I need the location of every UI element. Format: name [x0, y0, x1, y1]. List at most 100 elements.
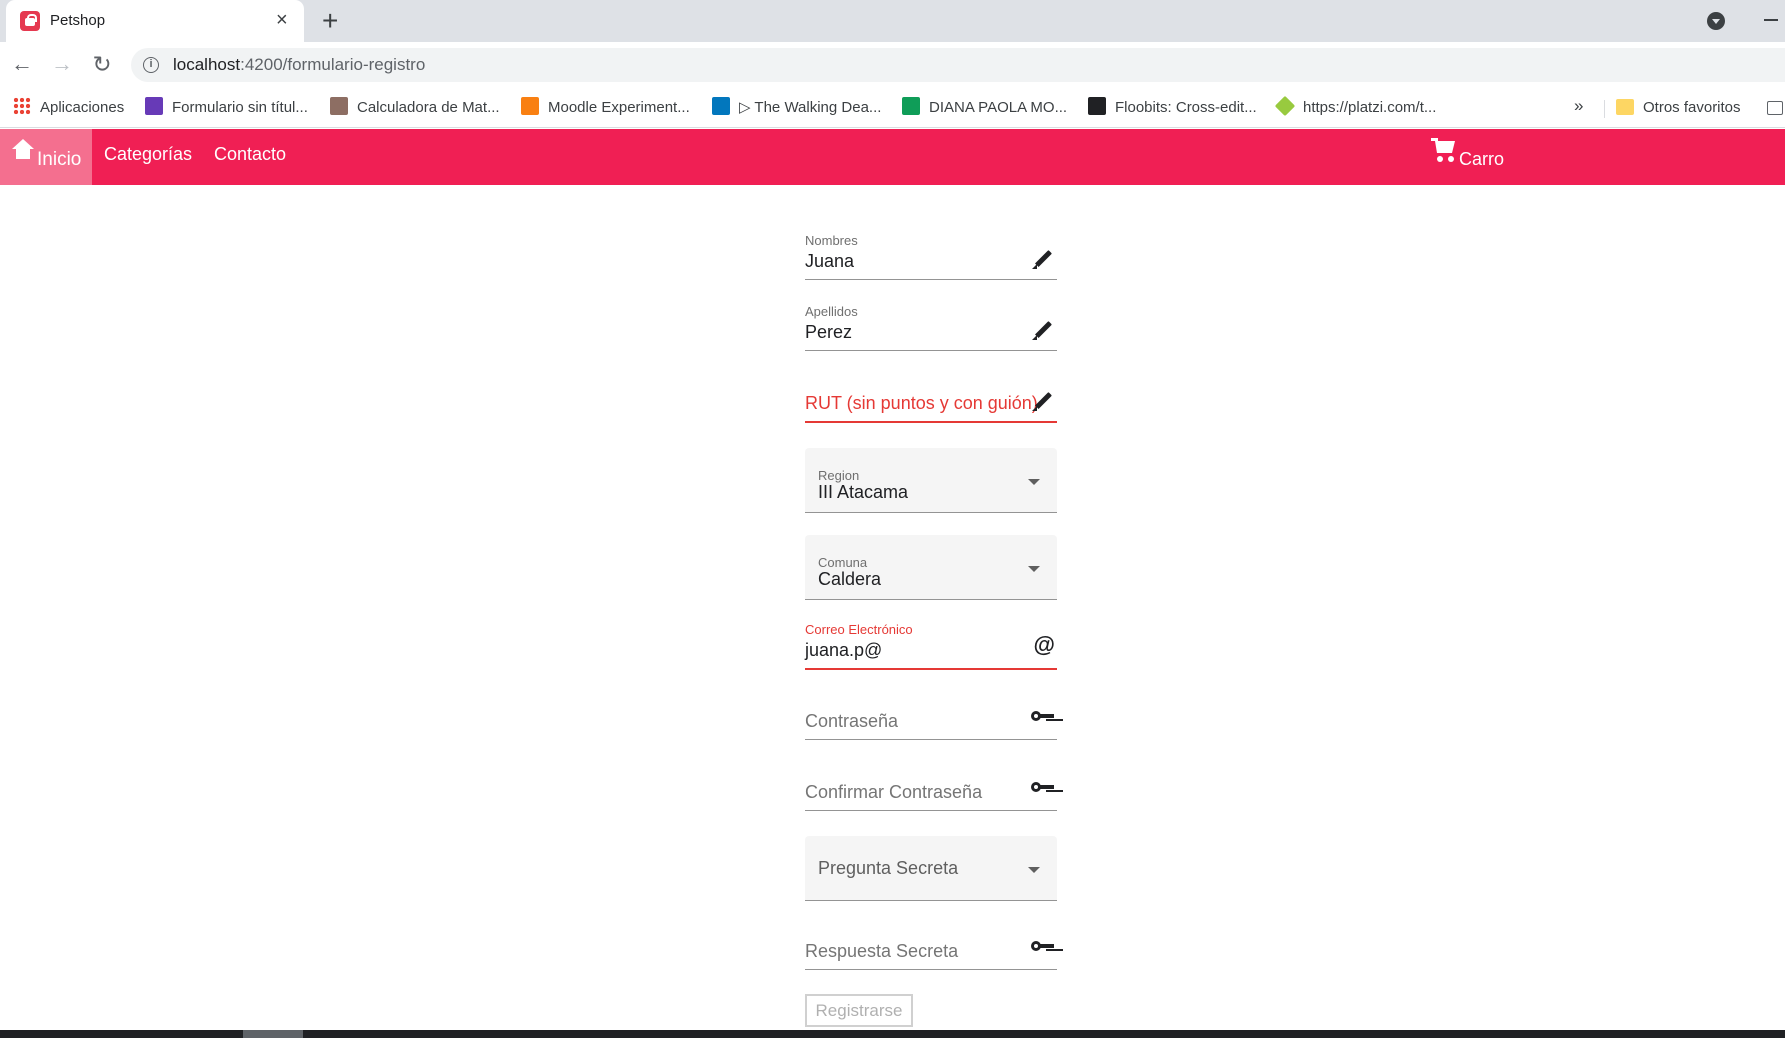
more-bookmarks-chevron-icon[interactable]: » — [1574, 96, 1583, 116]
forms-icon — [145, 97, 163, 115]
region-value: III Atacama — [818, 482, 909, 502]
cart-wheel — [1448, 156, 1454, 162]
site-info-icon[interactable]: i — [143, 57, 159, 73]
bookmark-walking-dead[interactable]: ▷ The Walking Dea... — [712, 96, 881, 120]
key-icon — [1031, 706, 1055, 730]
cart-wheel — [1437, 156, 1443, 162]
bookmark-otros-favoritos[interactable]: Otros favoritos — [1616, 96, 1741, 120]
nav-categories-link[interactable]: Categorías — [104, 144, 192, 165]
region-select[interactable]: Region III Atacama — [805, 448, 1057, 513]
url-path: :4200/formulario-registro — [240, 55, 426, 74]
bookmark-label: ▷ The Walking Dea... — [739, 99, 882, 116]
bookmarks-divider — [1604, 100, 1605, 118]
comuna-label: Comuna — [818, 555, 868, 570]
bookmark-formulario[interactable]: Formulario sin títul... — [145, 96, 308, 120]
confirmar-contrasena-field[interactable]: Confirmar Contraseña — [805, 764, 1057, 814]
platzi-icon — [1274, 95, 1296, 117]
chevron-down-icon — [1028, 566, 1040, 572]
apps-grid-icon — [13, 97, 31, 115]
nombres-underline — [805, 279, 1057, 280]
browser-tab[interactable]: Petshop × — [6, 0, 304, 42]
rut-underline — [805, 421, 1057, 423]
bookmark-label: Floobits: Cross-edit... — [1115, 99, 1257, 116]
apellidos-label: Apellidos — [805, 304, 858, 319]
apellidos-input[interactable]: Perez — [805, 322, 852, 343]
nombres-input[interactable]: Juana — [805, 251, 854, 272]
rut-field[interactable]: RUT (sin puntos y con guión) — [805, 375, 1057, 425]
respuesta-underline — [805, 969, 1057, 970]
cart-basket — [1435, 141, 1455, 153]
correo-underline — [805, 668, 1057, 670]
confirmar-underline — [805, 810, 1057, 811]
folder-icon — [1616, 99, 1634, 115]
url-host: localhost — [173, 55, 241, 74]
nav-cart-link[interactable]: Carro — [1459, 149, 1504, 170]
nav-home-label: Inicio — [37, 149, 82, 170]
bookmark-calculadora[interactable]: Calculadora de Mat... — [330, 96, 500, 120]
sheets-icon — [902, 97, 920, 115]
chevron-down-icon — [1028, 867, 1040, 873]
forward-arrow-icon[interactable]: → — [47, 49, 77, 79]
nav-home-link[interactable]: Inicio — [0, 129, 92, 185]
pregunta-underline — [805, 900, 1057, 901]
correo-input[interactable]: juana.p@ — [805, 640, 882, 661]
new-tab-button[interactable]: + — [322, 4, 338, 38]
contrasena-field[interactable]: Contraseña — [805, 693, 1057, 743]
bookmark-aplicaciones[interactable]: Aplicaciones — [13, 96, 124, 120]
bookmarks-bar: Aplicaciones Formulario sin títul... Cal… — [0, 88, 1785, 128]
bookmark-label: Calculadora de Mat... — [357, 99, 500, 116]
at-icon: @ — [1033, 632, 1055, 657]
respuesta-secreta-field[interactable]: Respuesta Secreta — [805, 923, 1057, 973]
browser-toolbar: ← → ↻ i localhost:4200/formulario-regist… — [0, 42, 1785, 88]
cart-handle — [1431, 138, 1438, 141]
tab-search-icon[interactable] — [1707, 12, 1725, 30]
contrasena-underline — [805, 739, 1057, 740]
reading-list-icon[interactable] — [1767, 101, 1783, 115]
contrasena-input[interactable]: Contraseña — [805, 711, 898, 732]
pencil-icon — [1031, 317, 1055, 341]
correo-label: Correo Electrónico — [805, 622, 913, 637]
calculator-icon — [330, 97, 348, 115]
bookmark-label: Aplicaciones — [40, 99, 125, 116]
back-arrow-icon[interactable]: ← — [7, 49, 37, 79]
pregunta-secreta-select[interactable]: Pregunta Secreta — [805, 836, 1057, 901]
bookmark-platzi[interactable]: https://platzi.com/t... — [1274, 95, 1436, 120]
nombres-field[interactable]: Nombres Juana — [805, 233, 1057, 283]
bookmark-label: Formulario sin títul... — [172, 99, 308, 116]
video-thumbnail-icon — [712, 97, 730, 115]
bottom-scrollbar — [0, 1030, 1785, 1038]
petshop-favicon-icon — [20, 11, 40, 31]
apellidos-field[interactable]: Apellidos Perez — [805, 304, 1057, 354]
address-bar[interactable]: i localhost:4200/formulario-registro — [131, 48, 1785, 82]
tab-close-icon[interactable]: × — [276, 8, 288, 32]
minimize-window-icon[interactable] — [1764, 19, 1778, 21]
registrarse-button[interactable]: Registrarse — [805, 994, 913, 1027]
shopping-cart-icon[interactable] — [1431, 137, 1457, 163]
region-label: Region — [818, 468, 860, 483]
chevron-down-icon — [1028, 479, 1040, 485]
key-icon — [1031, 777, 1055, 801]
bookmark-moodle[interactable]: Moodle Experiment... — [521, 96, 690, 120]
home-icon — [12, 139, 34, 159]
nombres-label: Nombres — [805, 233, 858, 248]
pregunta-secreta-placeholder: Pregunta Secreta — [818, 858, 959, 878]
tab-title: Petshop — [50, 12, 106, 29]
respuesta-secreta-input[interactable]: Respuesta Secreta — [805, 941, 958, 962]
correo-field[interactable]: Correo Electrónico juana.p@ @ — [805, 622, 1057, 672]
nav-contact-link[interactable]: Contacto — [214, 144, 286, 165]
rut-input[interactable]: RUT (sin puntos y con guión) — [805, 393, 1038, 414]
tab-strip: Petshop × + — [0, 0, 1785, 42]
url-text[interactable]: localhost:4200/formulario-registro — [173, 55, 425, 75]
comuna-select[interactable]: Comuna Caldera — [805, 535, 1057, 600]
reload-icon[interactable]: ↻ — [87, 49, 117, 79]
confirmar-contrasena-input[interactable]: Confirmar Contraseña — [805, 782, 982, 803]
comuna-underline — [805, 599, 1057, 600]
comuna-value: Caldera — [818, 569, 882, 589]
bookmark-diana[interactable]: DIANA PAOLA MO... — [902, 96, 1067, 120]
moodle-icon — [521, 97, 539, 115]
bookmark-label: DIANA PAOLA MO... — [929, 99, 1068, 116]
bookmark-floobits[interactable]: Floobits: Cross-edit... — [1088, 96, 1257, 120]
app-navbar: Inicio Categorías Contacto Carro — [0, 129, 1785, 185]
key-icon — [1031, 936, 1055, 960]
scrollbar-thumb[interactable] — [243, 1030, 303, 1038]
